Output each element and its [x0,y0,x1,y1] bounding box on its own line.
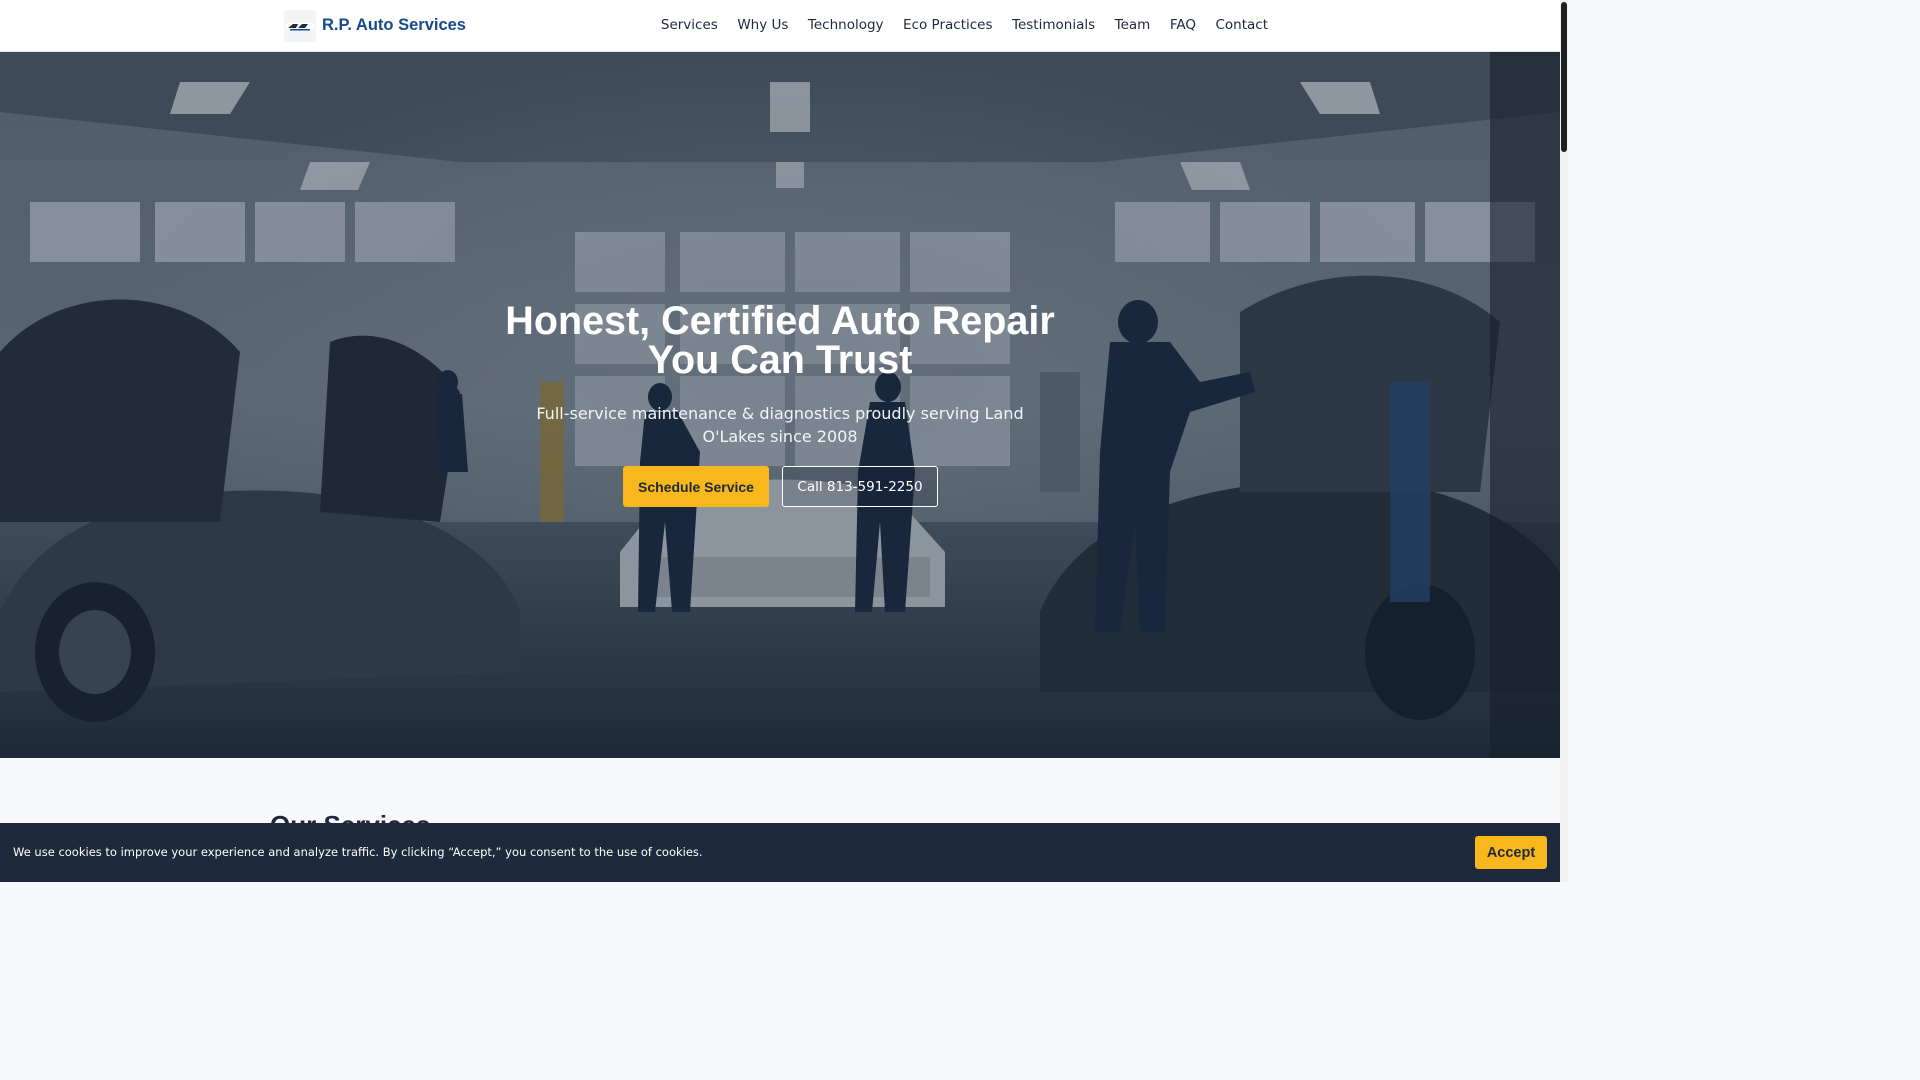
nav-technology[interactable]: Technology [808,17,884,33]
cookie-message: We use cookies to improve your experienc… [13,845,703,859]
nav-services[interactable]: Services [661,17,718,33]
hero-section: Honest, Certified Auto Repair You Can Tr… [0,52,1560,758]
brand-name[interactable]: R.P. Auto Services [322,16,466,35]
nav-eco-practices[interactable]: Eco Practices [903,17,992,33]
hero-title: Honest, Certified Auto Repair You Can Tr… [505,299,1055,382]
nav-contact[interactable]: Contact [1215,17,1268,33]
hero-subtitle: Full-service maintenance & diagnostics p… [536,404,1024,446]
cookie-banner: We use cookies to improve your experienc… [0,823,1560,882]
schedule-service-button[interactable]: Schedule Service [623,466,769,507]
site-header: R.P. Auto Services Services Why Us Techn… [0,0,1560,52]
company-logo-icon[interactable] [284,10,316,42]
accept-cookies-button[interactable]: Accept [1475,836,1547,869]
call-phone-button[interactable]: Call 813-591-2250 [782,466,938,507]
main-nav: Services Why Us Technology Eco Practices… [641,17,1268,33]
page-scrollbar[interactable] [1560,0,1568,882]
scrollbar-thumb[interactable] [1561,2,1567,152]
page: Honest, Certified Auto Repair You Can Tr… [0,0,1568,882]
nav-why-us[interactable]: Why Us [737,17,788,33]
nav-team[interactable]: Team [1115,17,1151,33]
nav-faq[interactable]: FAQ [1170,17,1196,33]
nav-testimonials[interactable]: Testimonials [1012,17,1095,33]
